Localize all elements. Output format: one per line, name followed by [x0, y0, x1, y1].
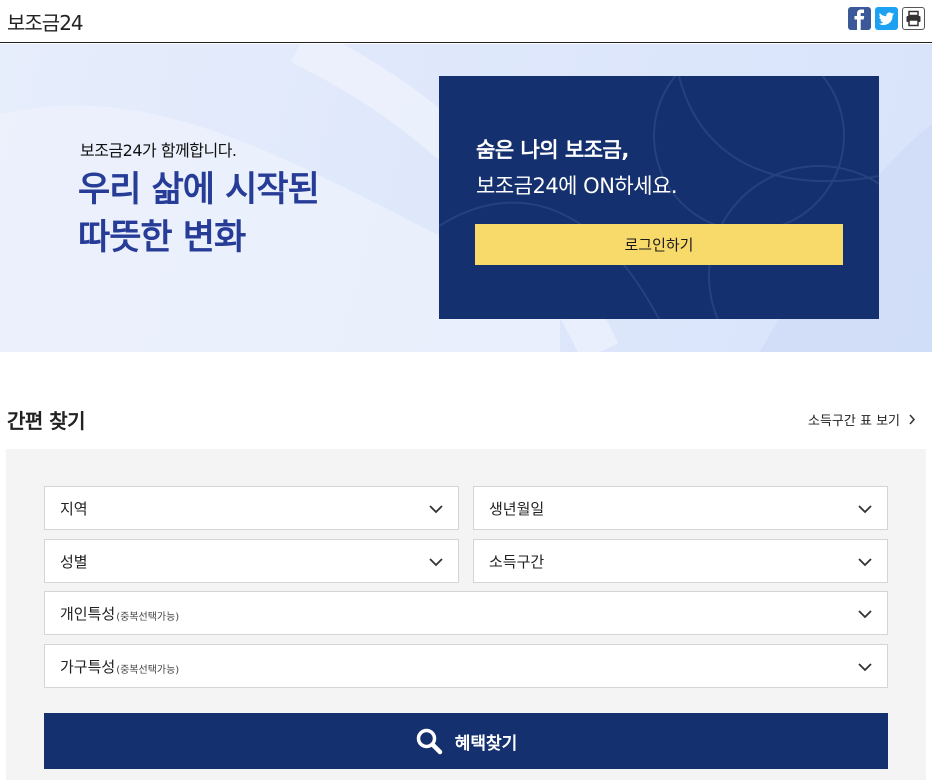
hero-headline-line1: 우리 삶에 시작된	[78, 170, 320, 210]
login-message-line2: 보조금24에 ON하세요.	[476, 174, 678, 198]
site-title: 보조금24	[7, 11, 84, 35]
hero-headline: 우리 삶에 시작된 따뜻한 변화	[78, 166, 320, 262]
chevron-down-icon	[858, 663, 872, 672]
hero-tagline: 보조금24가 함께합니다.	[80, 141, 237, 160]
chevron-down-icon	[858, 505, 872, 514]
find-benefits-label: 혜택찾기	[454, 733, 518, 754]
region-select[interactable]: 지역	[44, 486, 459, 530]
top-bar: 보조금24	[0, 0, 932, 43]
chevron-down-icon	[429, 558, 443, 567]
login-message-line1: 숨은 나의 보조금,	[476, 138, 629, 162]
household-traits-label: 가구특성	[60, 657, 116, 676]
find-benefits-button[interactable]: 혜택찾기	[44, 713, 888, 769]
chevron-right-icon	[909, 414, 916, 425]
chevron-down-icon	[429, 505, 443, 514]
hero-banner: 보조금24가 함께합니다. 우리 삶에 시작된 따뜻한 변화 숨은 나의 보조금…	[0, 44, 932, 352]
household-traits-note: (중복선택가능)	[116, 664, 180, 676]
login-box: 숨은 나의 보조금, 보조금24에 ON하세요. 로그인하기	[439, 76, 879, 319]
login-button[interactable]: 로그인하기	[475, 224, 843, 265]
personal-traits-note: (중복선택가능)	[116, 611, 180, 623]
chevron-down-icon	[858, 610, 872, 619]
birthdate-select-label: 생년월일	[489, 499, 545, 518]
twitter-icon[interactable]	[875, 7, 898, 30]
income-table-link[interactable]: 소득구간 표 보기	[808, 410, 916, 429]
personal-traits-select[interactable]: 개인특성 (중복선택가능)	[44, 591, 888, 635]
gender-select[interactable]: 성별	[44, 539, 459, 583]
region-select-label: 지역	[60, 499, 88, 518]
facebook-icon[interactable]	[848, 7, 871, 30]
income-select-label: 소득구간	[489, 552, 545, 571]
income-table-link-label: 소득구간 표 보기	[808, 414, 900, 429]
income-select[interactable]: 소득구간	[473, 539, 888, 583]
print-icon[interactable]	[902, 7, 925, 30]
household-traits-select[interactable]: 가구특성 (중복선택가능)	[44, 644, 888, 688]
search-icon	[416, 728, 442, 755]
hero-headline-line2: 따뜻한 변화	[78, 218, 246, 258]
personal-traits-label: 개인특성	[60, 604, 116, 623]
chevron-down-icon	[858, 558, 872, 567]
birthdate-select[interactable]: 생년월일	[473, 486, 888, 530]
gender-select-label: 성별	[60, 552, 88, 571]
section-title: 간편 찾기	[7, 409, 86, 433]
